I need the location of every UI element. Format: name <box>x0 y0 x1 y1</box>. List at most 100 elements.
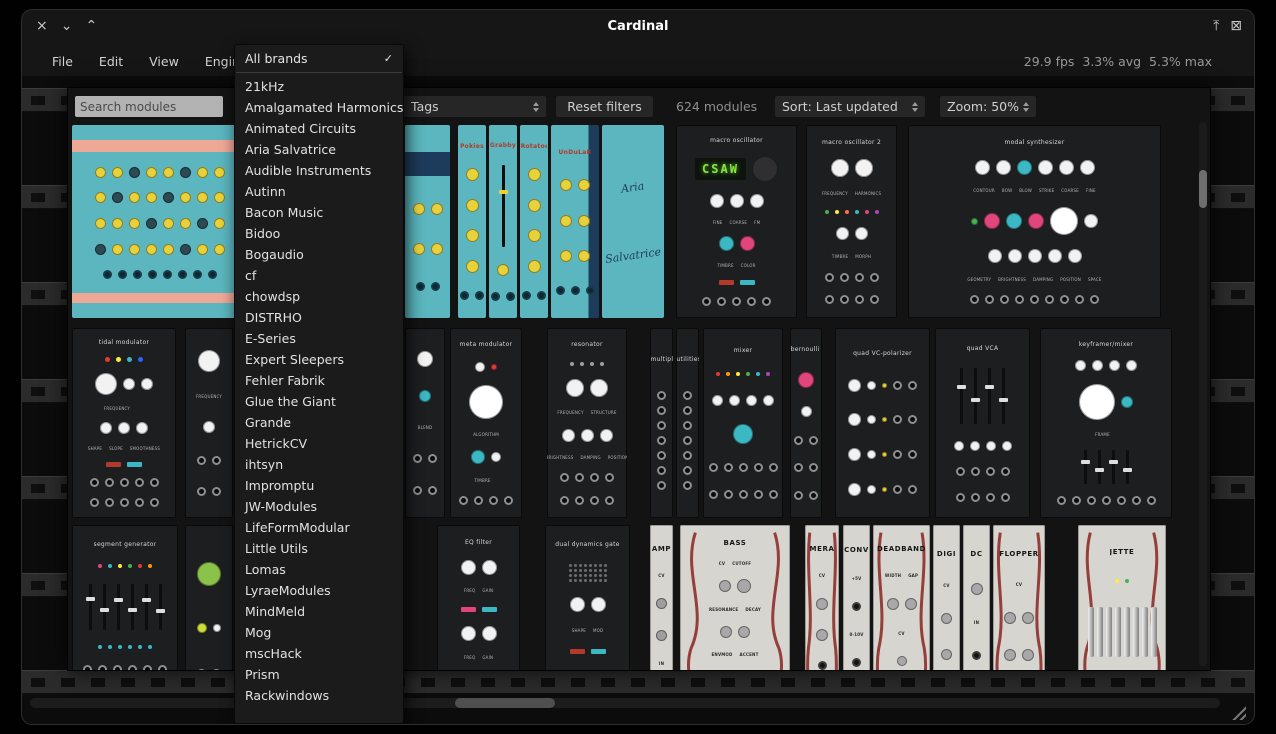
module-partial-module[interactable] <box>185 525 233 670</box>
brand-option-autinn[interactable]: Autinn <box>235 181 403 202</box>
slider[interactable] <box>974 368 977 424</box>
module-macro-oscillator[interactable]: macro oscillatorCSAWFINECOARSEFMTIMBRECO… <box>676 125 797 318</box>
brand-option-bacon-music[interactable]: Bacon Music <box>235 202 403 223</box>
module-keyframer-mixer[interactable]: keyframer/mixerFRAME <box>1040 328 1172 518</box>
module-bass[interactable]: BASSCVCUTOFFRESONANCEDECAYENVMODACCENTGA… <box>680 525 790 670</box>
menu-item-file[interactable]: File <box>44 51 81 72</box>
module-rotatoes[interactable]: Rotatoes <box>520 125 548 318</box>
slider[interactable] <box>1112 450 1115 484</box>
module-tidal-modulator[interactable]: tidal modulatorFREQUENCYSHAPESLOPESMOOTH… <box>72 328 176 518</box>
brand-option-chowdsp[interactable]: chowdsp <box>235 286 403 307</box>
brand-option-impromptu[interactable]: Impromptu <box>235 475 403 496</box>
brand-option-little-utils[interactable]: Little Utils <box>235 538 403 559</box>
brand-option-animated-circuits[interactable]: Animated Circuits <box>235 118 403 139</box>
module-conv[interactable]: CONV+5V0-10V0-10V <box>843 525 870 670</box>
brand-option-mindmeld[interactable]: MindMeld <box>235 601 403 622</box>
brand-option-21khz[interactable]: 21kHz <box>235 76 403 97</box>
slider[interactable] <box>1084 450 1087 484</box>
module-multiples[interactable]: multiples <box>650 328 673 518</box>
slider[interactable] <box>145 584 148 630</box>
search-input[interactable] <box>75 96 223 117</box>
zoom-dropdown[interactable]: Zoom: 50% <box>940 96 1036 117</box>
module-segment-generator[interactable]: segment generator <box>72 525 178 670</box>
module-amp[interactable]: AMPCVIN <box>650 525 673 670</box>
module-eq-filter[interactable]: EQ filterFREQGAINFREQGAIN <box>437 525 520 670</box>
sort-dropdown[interactable]: Sort: Last updated <box>775 96 925 117</box>
brand-option-mog[interactable]: Mog <box>235 622 403 643</box>
close-box-icon[interactable]: ⊠ <box>1230 19 1242 33</box>
brand-option-mschack[interactable]: mscHack <box>235 643 403 664</box>
brand-option-aria-salvatrice[interactable]: Aria Salvatrice <box>235 139 403 160</box>
module-quad-vc-polarizer[interactable]: quad VC-polarizer <box>835 328 930 518</box>
brand-option-cf[interactable]: cf <box>235 265 403 286</box>
vertical-scrollbar[interactable] <box>1199 122 1207 666</box>
brand-option-distrho[interactable]: DISTRHO <box>235 307 403 328</box>
rollup-icon[interactable]: ⤒ <box>1213 19 1219 33</box>
module-dual-dynamics-gate[interactable]: dual dynamics gateSHAPEMODEXCITEININEXCI… <box>545 525 630 670</box>
tags-filter-dropdown[interactable]: Tags <box>404 96 546 117</box>
module-aria-salvatrice-signature-panel[interactable]: AriaSalvatrice <box>602 125 664 318</box>
module-flopper[interactable]: FLOPPERCVIN <box>993 525 1045 670</box>
brand-option-expert-sleepers[interactable]: Expert Sleepers <box>235 349 403 370</box>
brand-option-hetrickcv[interactable]: HetrickCV <box>235 433 403 454</box>
menu-item-view[interactable]: View <box>141 51 187 72</box>
slider[interactable] <box>960 368 963 424</box>
slider[interactable] <box>502 165 505 247</box>
module-utilities[interactable]: utilities <box>676 328 699 518</box>
slider[interactable] <box>89 584 92 630</box>
brand-option-rackwindows[interactable]: Rackwindows <box>235 685 403 706</box>
slider[interactable] <box>1002 368 1005 424</box>
brand-option-bidoo[interactable]: Bidoo <box>235 223 403 244</box>
slider[interactable] <box>1098 450 1101 484</box>
port-row <box>852 602 861 611</box>
module-deadband[interactable]: DEADBANDWIDTHGAPCV <box>873 525 930 670</box>
horizontal-scrollbar[interactable] <box>30 698 1220 708</box>
reset-filters-button[interactable]: Reset filters <box>556 96 653 117</box>
module-resonator[interactable]: resonatorFREQUENCYSTRUCTUREBRIGHTNESSDAM… <box>547 328 627 518</box>
module-jette[interactable]: JETTE <box>1078 525 1166 670</box>
module-partial-module[interactable]: FREQUENCY <box>185 328 233 518</box>
module-grabby[interactable]: Grabby <box>489 125 517 318</box>
brand-option-prism[interactable]: Prism <box>235 664 403 685</box>
matrix-dot <box>569 564 572 567</box>
module-mera[interactable]: MERACVIN <box>805 525 839 670</box>
brand-option-jw-modules[interactable]: JW-Modules <box>235 496 403 517</box>
slider[interactable] <box>131 584 134 630</box>
brand-option-e-series[interactable]: E-Series <box>235 328 403 349</box>
slider[interactable] <box>103 584 106 630</box>
brand-option-lifeformmodular[interactable]: LifeFormModular <box>235 517 403 538</box>
module-modal-synthesizer[interactable]: modal synthesizerCONTOURBOWBLOWSTRIKECOA… <box>908 125 1161 318</box>
module-aria-grid-module[interactable] <box>72 125 248 318</box>
knob <box>729 395 740 406</box>
brand-option-ihtsyn[interactable]: ihtsyn <box>235 454 403 475</box>
module-partial-teal-module[interactable] <box>405 125 450 318</box>
brand-option-glue-the-giant[interactable]: Glue the Giant <box>235 391 403 412</box>
slider[interactable] <box>1126 450 1129 484</box>
module-mixer[interactable]: mixer <box>703 328 783 518</box>
vertical-scrollbar-thumb[interactable] <box>1199 170 1207 208</box>
module-dc[interactable]: DCINOUT <box>963 525 990 670</box>
module-quad-vca[interactable]: quad VCA <box>935 328 1030 518</box>
brand-option-amalgamated-harmonics[interactable]: Amalgamated Harmonics <box>235 97 403 118</box>
brand-option-lyraemodules[interactable]: LyraeModules <box>235 580 403 601</box>
horizontal-scrollbar-thumb[interactable] <box>455 698 555 708</box>
brand-option-bogaudio[interactable]: Bogaudio <box>235 244 403 265</box>
slider[interactable] <box>988 368 991 424</box>
module-macro-oscillator-2[interactable]: macro oscillator 2FREQUENCYHARMONICSTIMB… <box>806 125 897 318</box>
menu-item-edit[interactable]: Edit <box>91 51 131 72</box>
brand-option-all-brands[interactable]: All brands✓ <box>235 48 403 69</box>
slider[interactable] <box>117 584 120 630</box>
brand-option-grande[interactable]: Grande <box>235 412 403 433</box>
module-meta-modulator[interactable]: meta modulatorALGORITHMTIMBRE <box>450 328 522 518</box>
slider[interactable] <box>159 584 162 630</box>
module-bernoulli-gate[interactable]: bernoulli gate <box>790 328 822 518</box>
brand-option-audible-instruments[interactable]: Audible Instruments <box>235 160 403 181</box>
titlebar[interactable]: × ⌄ ⌃ Cardinal ⤒ ⊠ <box>22 10 1254 46</box>
module-undular[interactable]: UnDuLaR <box>551 125 599 318</box>
module-pokies[interactable]: Pokies <box>458 125 486 318</box>
brand-option-fehler-fabrik[interactable]: Fehler Fabrik <box>235 370 403 391</box>
module-digi[interactable]: DIGICVANALOG <box>933 525 960 670</box>
module-partial-module[interactable]: BLEND <box>405 328 445 518</box>
knob <box>560 179 572 191</box>
brand-option-lomas[interactable]: Lomas <box>235 559 403 580</box>
